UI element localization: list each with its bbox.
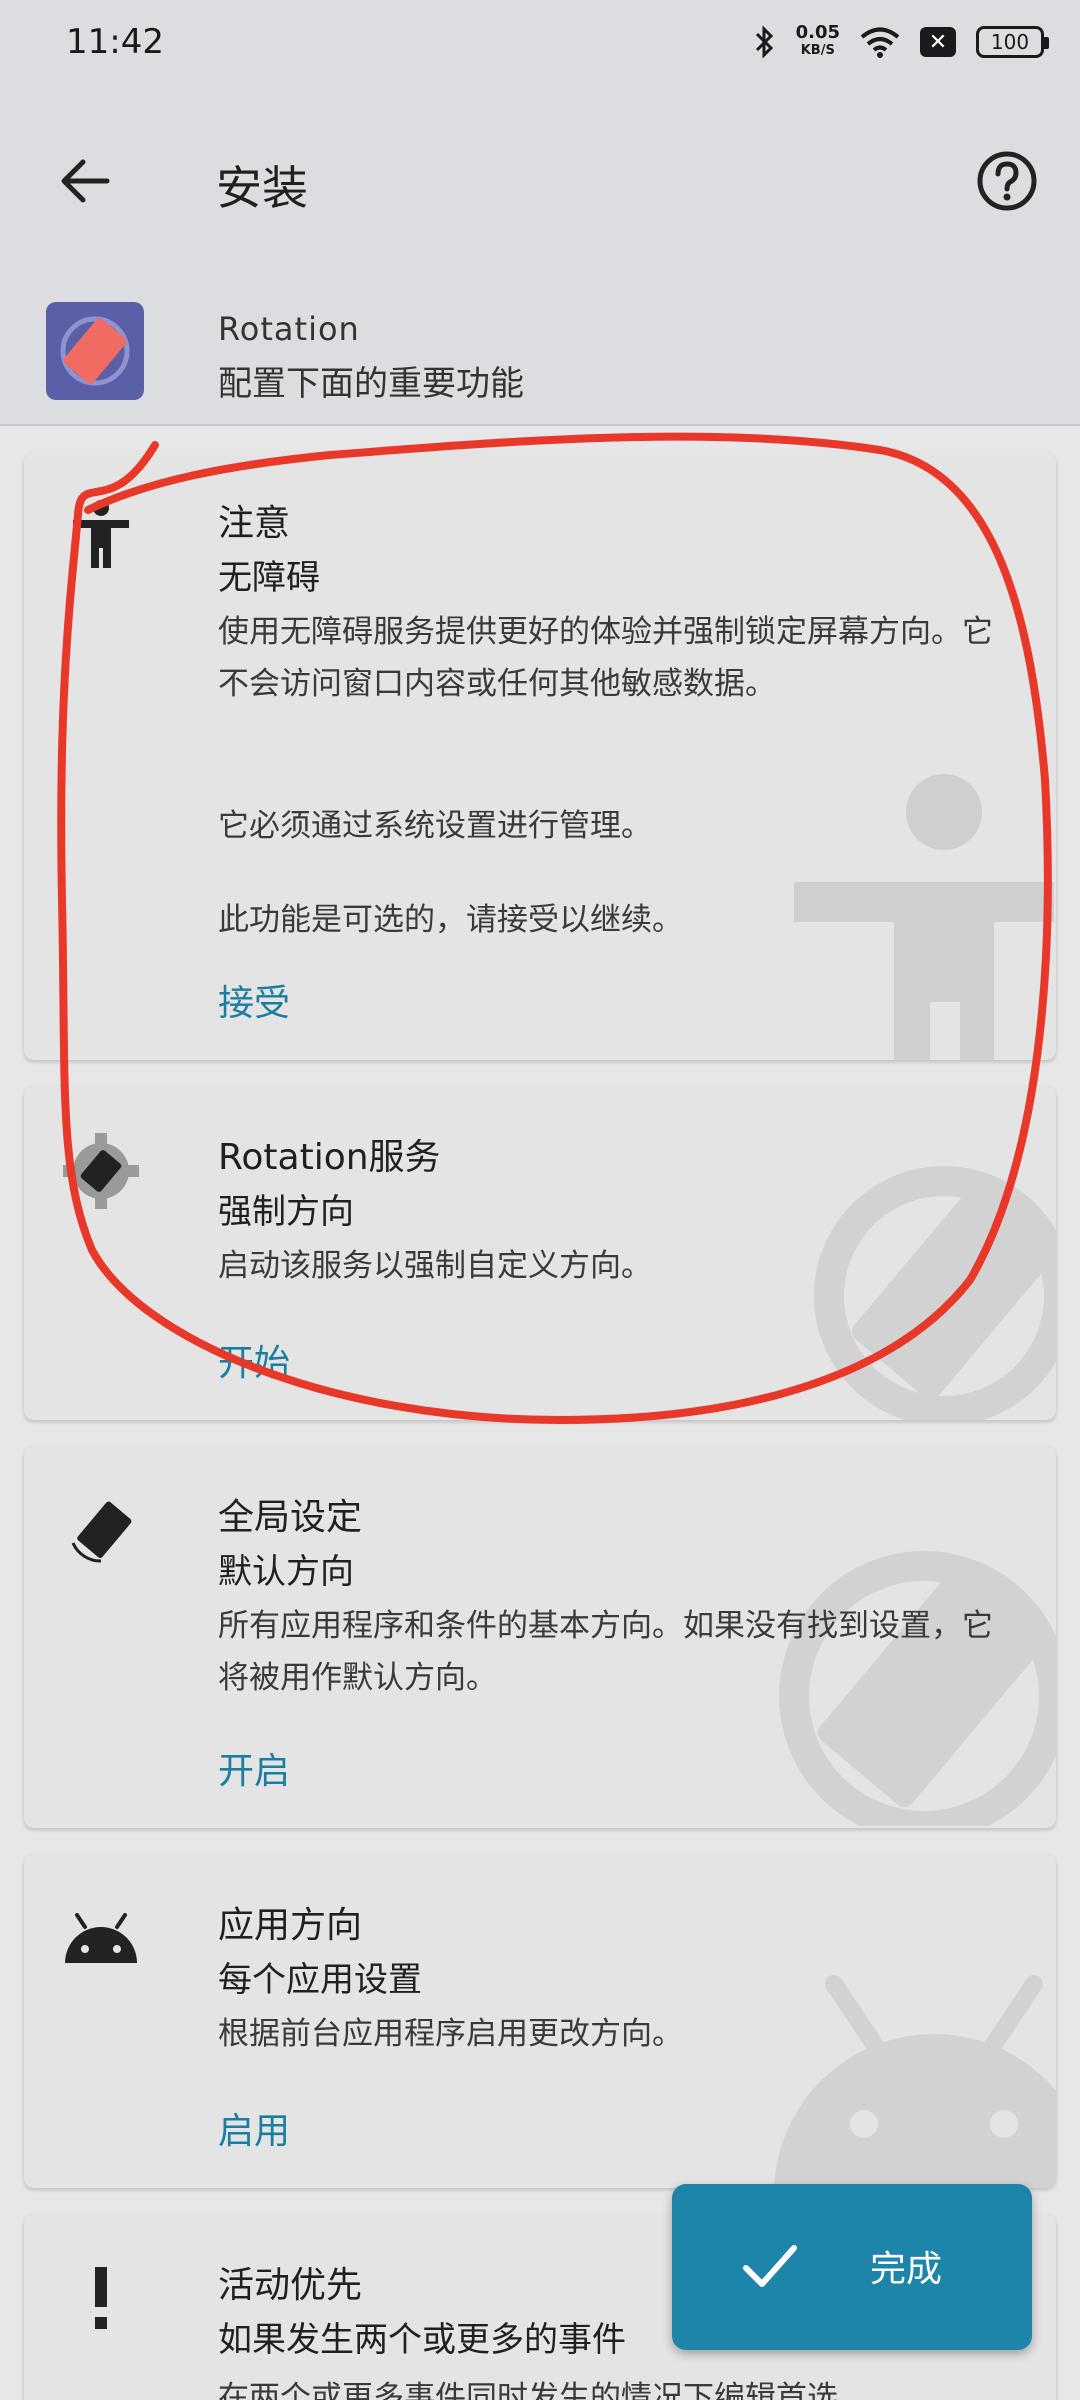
app-header: Rotation 配置下面的重要功能: [0, 284, 1080, 426]
start-button[interactable]: 开始: [218, 1334, 290, 1386]
card-description-2: 它必须通过系统设置进行管理。: [218, 808, 652, 844]
app-subtitle: 配置下面的重要功能: [218, 364, 524, 404]
accept-button[interactable]: 接受: [218, 974, 290, 1026]
accessibility-icon: [60, 492, 142, 574]
card-description: 使用无障碍服务提供更好的体验并强制锁定屏幕方向。它不会访问窗口内容或任何其他敏感…: [218, 614, 993, 702]
enable-app-orientation-button[interactable]: 启用: [218, 2102, 290, 2154]
done-label: 完成: [870, 2249, 943, 2290]
gear-rotation-icon: [60, 1130, 142, 1212]
help-button[interactable]: [972, 146, 1042, 216]
priority-icon: [60, 2258, 142, 2340]
card-subtitle: 默认方向: [218, 1552, 354, 1592]
status-time: 11:42: [66, 22, 164, 62]
card-subtitle: 每个应用设置: [218, 1960, 422, 2000]
card-title: 应用方向: [218, 1905, 363, 1946]
card-global-settings: 全局设定 默认方向 所有应用程序和条件的基本方向。如果没有找到设置，它将被用作默…: [24, 1446, 1056, 1828]
bluetooth-icon: [755, 25, 773, 59]
app-name: Rotation: [218, 310, 360, 348]
x-badge-icon: ✕: [920, 27, 956, 57]
android-icon: [60, 1898, 142, 1980]
card-title: 活动优先: [218, 2265, 363, 2306]
wifi-icon: [860, 27, 900, 58]
toolbar: 安装: [0, 84, 1080, 284]
enable-global-button[interactable]: 开启: [218, 1742, 290, 1794]
card-description: 在两个或更多事件同时发生的情况下编辑首选: [218, 2380, 838, 2400]
status-bar: 11:42 0.05 KB/S ✕ 100: [0, 0, 1080, 84]
card-description: 启动该服务以强制自定义方向。: [218, 1248, 652, 1284]
help-circle-icon: [977, 151, 1037, 211]
card-app-orientation: 应用方向 每个应用设置 根据前台应用程序启用更改方向。 启用: [24, 1854, 1056, 2188]
battery-indicator: 100: [976, 26, 1049, 58]
network-speed-unit: KB/S: [800, 43, 835, 58]
card-title: 注意: [218, 503, 291, 544]
card-description-3: 此功能是可选的，请接受以继续。: [218, 902, 683, 938]
card-description: 根据前台应用程序启用更改方向。: [218, 2016, 683, 2052]
network-speed-value: 0.05: [795, 22, 840, 43]
card-title: 全局设定: [218, 1497, 363, 1538]
status-icons: 0.05 KB/S ✕ 100: [754, 24, 1049, 60]
card-rotation-service: Rotation服务 强制方向 启动该服务以强制自定义方向。 开始: [24, 1086, 1056, 1420]
card-title: Rotation服务: [218, 1137, 441, 1178]
arrow-back-icon: [61, 159, 110, 203]
card-accessibility: 注意 无障碍 使用无障碍服务提供更好的体验并强制锁定屏幕方向。它不会访问窗口内容…: [24, 452, 1056, 1060]
back-button[interactable]: [50, 146, 120, 216]
card-subtitle: 如果发生两个或更多的事件: [218, 2320, 626, 2360]
check-icon: [743, 2245, 797, 2287]
card-subtitle: 强制方向: [218, 1192, 354, 1232]
done-button[interactable]: 完成: [672, 2184, 1032, 2350]
android-watermark-icon: [774, 1975, 1056, 2188]
page-title: 安装: [216, 161, 308, 215]
app-logo-icon: [46, 302, 144, 400]
card-subtitle: 无障碍: [218, 558, 320, 598]
screen-rotation-icon: [60, 1490, 142, 1572]
card-description: 所有应用程序和条件的基本方向。如果没有找到设置，它将被用作默认方向。: [218, 1608, 993, 1696]
network-speed: 0.05 KB/S: [796, 24, 840, 60]
